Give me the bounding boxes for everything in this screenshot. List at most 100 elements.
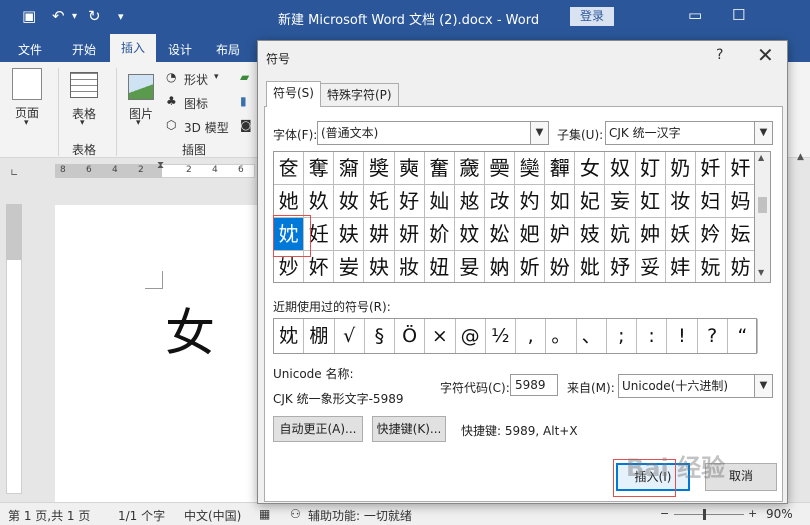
symbol-cell[interactable]: 奸 bbox=[725, 152, 754, 185]
symbol-cell[interactable]: 妨 bbox=[726, 251, 754, 282]
recent-symbol[interactable]: Ö bbox=[395, 319, 426, 353]
zoom-in-icon[interactable]: + bbox=[748, 507, 757, 520]
symbol-cell[interactable]: 妦 bbox=[666, 251, 696, 282]
close-icon[interactable]: ✕ bbox=[757, 43, 774, 67]
status-language[interactable]: 中文(中国) bbox=[184, 507, 241, 524]
tab-special-chars[interactable]: 特殊字符(P) bbox=[320, 83, 399, 107]
symbol-cell[interactable]: 妋 bbox=[334, 218, 365, 251]
symbol-cell[interactable]: 妕 bbox=[635, 218, 666, 251]
tab-selector-icon[interactable]: ∟ bbox=[10, 168, 18, 179]
symbol-cell[interactable]: 奷 bbox=[695, 152, 726, 185]
tab-file[interactable]: 文件 bbox=[18, 41, 42, 58]
symbol-cell[interactable]: 妆 bbox=[665, 185, 696, 218]
redo-icon[interactable]: ↻ bbox=[88, 7, 101, 25]
scroll-up-icon[interactable]: ▲ bbox=[758, 153, 764, 162]
char-code-input[interactable]: 5989 bbox=[510, 374, 558, 396]
chevron-down-icon[interactable]: ▾ bbox=[24, 118, 29, 128]
chevron-down-icon[interactable]: ▾ bbox=[136, 118, 141, 128]
status-words[interactable]: 1/1 个字 bbox=[118, 507, 165, 524]
symbol-cell[interactable]: 妣 bbox=[575, 251, 606, 282]
undo-dropdown-icon[interactable]: ▾ bbox=[72, 11, 77, 22]
symbol-cell[interactable]: 妖 bbox=[665, 218, 696, 251]
autocorrect-button[interactable]: 自动更正(A)... bbox=[273, 416, 363, 442]
symbol-cell[interactable]: 妗 bbox=[695, 218, 726, 251]
ribbon-display-icon[interactable]: ▭ bbox=[688, 6, 702, 24]
symbol-cell[interactable]: 妎 bbox=[424, 218, 455, 251]
undo-icon[interactable]: ↶ bbox=[52, 7, 65, 25]
symbol-cell[interactable]: 如 bbox=[545, 185, 576, 218]
symbol-cell[interactable]: 妠 bbox=[485, 251, 515, 282]
symbol-cell[interactable]: 妧 bbox=[696, 251, 726, 282]
tab-symbols[interactable]: 符号(S) bbox=[266, 81, 321, 107]
symbol-cell[interactable]: 奺 bbox=[304, 185, 335, 218]
symbol-cell[interactable]: 妤 bbox=[605, 251, 636, 282]
zoom-slider[interactable] bbox=[674, 514, 744, 515]
recent-symbol[interactable]: × bbox=[425, 319, 456, 353]
recent-symbol[interactable]: § bbox=[365, 319, 395, 353]
recent-symbol[interactable]: , bbox=[516, 319, 547, 353]
symbol-cell[interactable]: 妢 bbox=[545, 251, 576, 282]
zoom-slider-thumb[interactable] bbox=[703, 509, 706, 520]
symbol-cell[interactable]: 奪 bbox=[304, 152, 335, 185]
document-page[interactable]: 女 bbox=[55, 205, 257, 505]
smartart-icon[interactable]: ▰ bbox=[240, 70, 249, 84]
tab-design[interactable]: 设计 bbox=[168, 41, 192, 58]
document-text[interactable]: 女 bbox=[165, 293, 215, 365]
recent-symbol[interactable]: ! bbox=[667, 319, 698, 353]
scroll-thumb[interactable] bbox=[758, 197, 767, 213]
status-page[interactable]: 第 1 页,共 1 页 bbox=[8, 507, 90, 524]
symbol-cell[interactable]: 妄 bbox=[605, 185, 636, 218]
recent-symbol[interactable]: “ bbox=[728, 319, 758, 353]
zoom-out-icon[interactable]: − bbox=[660, 507, 669, 520]
symbol-cell[interactable]: 妐 bbox=[484, 218, 515, 251]
chevron-down-icon[interactable]: ▼ bbox=[530, 122, 548, 144]
table-icon[interactable] bbox=[70, 72, 98, 98]
indent-marker-icon[interactable]: ⧗ bbox=[157, 160, 164, 171]
icons-icon[interactable]: ♣ bbox=[166, 94, 177, 108]
recent-symbols[interactable]: 妉棚 √ § Ö × @ ½,。、;:!? “ bbox=[273, 318, 758, 354]
document-scrollbar[interactable]: ▲ bbox=[795, 152, 810, 500]
symbol-cell[interactable]: 妛 bbox=[334, 251, 365, 282]
symbol-cell[interactable]: 奿 bbox=[454, 185, 485, 218]
symbol-cell[interactable]: 妟 bbox=[455, 251, 485, 282]
recent-symbol[interactable]: ½ bbox=[486, 319, 516, 353]
recent-symbol[interactable]: ? bbox=[698, 319, 728, 353]
subset-select[interactable]: CJK 统一汉字 ▼ bbox=[605, 121, 773, 145]
symbol-cell[interactable]: 妞 bbox=[425, 251, 455, 282]
status-accessibility[interactable]: 辅助功能: 一切就绪 bbox=[308, 507, 412, 524]
symbol-cell[interactable]: 妝 bbox=[395, 251, 425, 282]
help-button[interactable]: ? bbox=[716, 47, 723, 63]
symbol-cell[interactable]: 奯 bbox=[454, 152, 485, 185]
symbol-cell[interactable]: 妃 bbox=[575, 185, 606, 218]
chevron-down-icon[interactable]: ▼ bbox=[754, 375, 772, 397]
symbol-cell[interactable]: 妜 bbox=[364, 251, 395, 282]
macro-icon[interactable]: ▦ bbox=[259, 507, 270, 521]
symbol-cell[interactable]: 奬 bbox=[364, 152, 395, 185]
symbol-cell[interactable]: 妌 bbox=[364, 218, 395, 251]
scroll-down-icon[interactable]: ▼ bbox=[758, 268, 764, 277]
recent-symbol[interactable]: 妉 bbox=[274, 319, 305, 353]
symbol-cell[interactable]: 奫 bbox=[334, 152, 365, 185]
symbol-cell[interactable]: 妈 bbox=[725, 185, 754, 218]
tab-insert[interactable]: 插入 bbox=[110, 34, 156, 62]
symbol-cell[interactable]: 妡 bbox=[515, 251, 546, 282]
pages-icon[interactable] bbox=[12, 68, 42, 100]
picture-icon[interactable] bbox=[128, 74, 154, 100]
symbol-cell[interactable]: 她 bbox=[274, 185, 305, 218]
symbol-cell[interactable]: 妔 bbox=[605, 218, 636, 251]
font-select[interactable]: (普通文本) ▼ bbox=[317, 121, 549, 145]
symbol-cell[interactable]: 妥 bbox=[636, 251, 666, 282]
symbol-cell[interactable]: 妑 bbox=[515, 218, 546, 251]
recent-symbol[interactable]: : bbox=[637, 319, 668, 353]
symbol-cell[interactable]: 奴 bbox=[605, 152, 636, 185]
chart-icon[interactable]: ▮ bbox=[240, 94, 247, 108]
symbol-cell[interactable]: 奾 bbox=[424, 185, 455, 218]
symbol-grid[interactable]: 奁奪奫奬奭奮奯奰奱奲女奴奵奶奷奸她奺奻奼好奾奿妀妁如妃妄妅妆妇妈妉妊妋妌妍妎妏妐… bbox=[273, 151, 755, 283]
symbol-cell[interactable]: 奮 bbox=[424, 152, 455, 185]
scroll-up-icon[interactable]: ▲ bbox=[797, 152, 804, 162]
recent-symbol[interactable]: ; bbox=[607, 319, 637, 353]
symbol-cell[interactable]: 好 bbox=[394, 185, 425, 218]
symbol-cell[interactable]: 奁 bbox=[274, 152, 305, 185]
recent-symbol[interactable]: 、 bbox=[577, 319, 607, 353]
symbol-cell[interactable]: 奲 bbox=[545, 152, 576, 185]
